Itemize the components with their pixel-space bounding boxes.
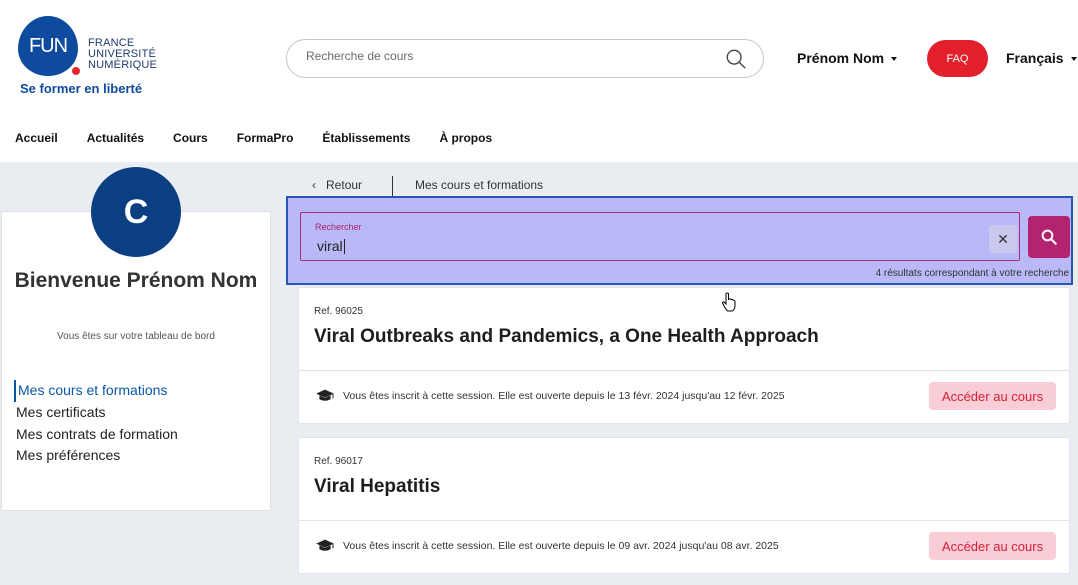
language-label: Français <box>1006 50 1064 66</box>
course-search-value: viral <box>317 238 343 254</box>
nav-item-formapro[interactable]: FormaPro <box>237 131 294 145</box>
user-menu[interactable]: Prénom Nom <box>797 50 898 66</box>
course-ref: Ref. 96017 <box>314 456 363 467</box>
course-search-input[interactable]: viral <box>317 238 345 254</box>
course-search-field[interactable]: Rechercher viral ✕ <box>300 212 1020 261</box>
site-search-input[interactable] <box>306 49 706 63</box>
search-icon[interactable] <box>725 48 747 70</box>
sidebar-item-contracts[interactable]: Mes contrats de formation <box>16 424 178 446</box>
text-cursor <box>343 239 345 254</box>
site-header: FUN FRANCE UNIVERSITÉ NUMÉRIQUE Se forme… <box>0 0 1078 162</box>
search-icon <box>1041 229 1057 245</box>
back-label: Retour <box>326 178 363 192</box>
user-name: Prénom Nom <box>797 50 885 66</box>
back-link[interactable]: ‹ Retour <box>312 178 362 192</box>
sidebar-links: Mes cours et formations Mes certificats … <box>14 380 178 467</box>
welcome-title: Bienvenue Prénom Nom <box>14 269 258 292</box>
nav-item-cours[interactable]: Cours <box>173 131 208 145</box>
course-ref: Ref. 96025 <box>314 306 363 317</box>
logo-word: NUMÉRIQUE <box>88 59 158 71</box>
card-divider <box>299 370 1069 371</box>
nav-item-actualites[interactable]: Actualités <box>87 131 144 145</box>
access-course-button[interactable]: Accéder au cours <box>929 532 1056 560</box>
faq-button[interactable]: FAQ <box>927 40 988 77</box>
graduation-cap-icon <box>316 539 334 551</box>
breadcrumb-divider <box>392 176 393 196</box>
nav-item-a-propos[interactable]: À propos <box>439 131 492 145</box>
course-search-label: Rechercher <box>315 222 362 232</box>
close-icon: ✕ <box>997 230 1009 247</box>
main-nav: Accueil Actualités Cours FormaPro Établi… <box>15 131 521 145</box>
graduation-cap-icon <box>316 389 334 401</box>
session-info: Vous êtes inscrit à cette session. Elle … <box>343 390 785 402</box>
logo-tagline: Se former en liberté <box>20 81 143 96</box>
breadcrumb-current: Mes cours et formations <box>415 178 544 192</box>
sidebar-item-courses[interactable]: Mes cours et formations <box>14 380 178 402</box>
logo-words: FRANCE UNIVERSITÉ NUMÉRIQUE <box>88 38 157 71</box>
clear-search-button[interactable]: ✕ <box>989 225 1017 253</box>
chevron-left-icon: ‹ <box>312 178 316 192</box>
sidebar-item-preferences[interactable]: Mes préférences <box>16 445 178 467</box>
course-card: Ref. 96017 Viral Hepatitis Vous êtes ins… <box>298 437 1070 574</box>
course-card: Ref. 96025 Viral Outbreaks and Pandemics… <box>298 287 1070 424</box>
nav-item-etablissements[interactable]: Établissements <box>322 131 410 145</box>
language-selector[interactable]: Français <box>1006 50 1077 66</box>
logo-dot <box>72 67 80 75</box>
chevron-down-icon <box>1070 57 1077 62</box>
session-info: Vous êtes inscrit à cette session. Elle … <box>343 540 779 552</box>
sidebar-item-certificates[interactable]: Mes certificats <box>16 402 178 424</box>
access-course-button[interactable]: Accéder au cours <box>929 382 1056 410</box>
course-title[interactable]: Viral Outbreaks and Pandemics, a One Hea… <box>314 326 819 348</box>
course-title[interactable]: Viral Hepatitis <box>314 476 440 498</box>
site-search[interactable] <box>286 39 764 78</box>
result-count: 4 résultats correspondant à votre recher… <box>875 268 1069 279</box>
chevron-down-icon <box>891 57 898 62</box>
avatar: C <box>91 167 181 257</box>
logo-mark: FUN <box>18 16 78 76</box>
card-divider <box>299 520 1069 521</box>
welcome-subtitle: Vous êtes sur votre tableau de bord <box>57 331 215 342</box>
fun-logo[interactable]: FUN FRANCE UNIVERSITÉ NUMÉRIQUE Se forme… <box>18 16 168 98</box>
nav-item-accueil[interactable]: Accueil <box>15 131 58 145</box>
hand-pointer-icon <box>721 292 736 312</box>
submit-search-button[interactable] <box>1028 216 1070 258</box>
course-search-panel: Rechercher viral ✕ 4 résultats correspon… <box>286 196 1073 285</box>
